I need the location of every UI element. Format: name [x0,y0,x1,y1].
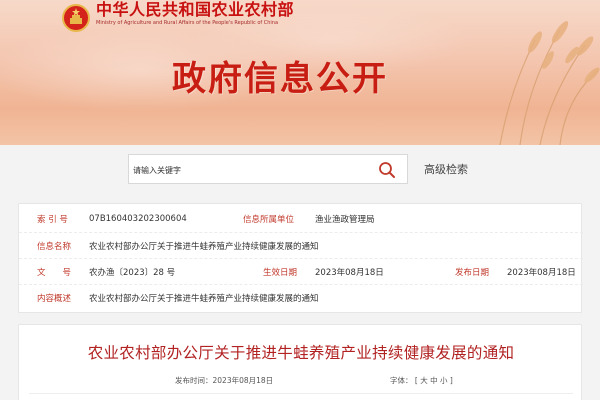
search-input[interactable] [133,161,363,179]
publish-date-value: 2023年08月18日 [507,267,576,278]
name-label: 信息名称 [37,241,72,252]
national-emblem-icon [62,4,90,32]
doc-number-value: 农办渔〔2023〕28 号 [89,267,176,278]
search-bar [128,154,408,184]
publish-time: 发布时间：2023年08月18日 [175,376,274,385]
summary-label: 内容概述 [37,293,72,304]
ministry-logo[interactable]: 中华人民共和国农业农村部 Ministry of Agriculture and… [62,0,294,36]
effective-date-label: 生效日期 [263,267,298,278]
search-button[interactable] [373,158,401,182]
doc-number-label: 文 号 [37,267,72,278]
font-size-medium[interactable]: 中 [430,376,438,385]
font-size-label: 字体： [390,376,413,385]
ministry-name-cn: 中华人民共和国农业农村部 [96,0,295,19]
info-row-index: 索 引 号 07B160403202300604 信息所属单位 渔业渔政管理局 [19,206,583,232]
article-title: 农业农村部办公厅关于推进牛蛙养殖产业持续健康发展的通知 [87,344,515,362]
section-title: 政府信息公开 [172,59,388,99]
font-size-small[interactable]: 小 [440,376,448,385]
name-value: 农业农村部办公厅关于推进牛蛙养殖产业持续健康发展的通知 [89,241,319,252]
effective-date-value: 2023年08月18日 [315,267,384,278]
org-label: 信息所属单位 [243,215,295,225]
article-meta: 发布时间：2023年08月18日 字体： [ 大 中 小 ] [19,375,583,389]
index-label: 索 引 号 [37,215,68,225]
summary-value: 农业农村部办公厅关于推进牛蛙养殖产业持续健康发展的通知 [89,293,319,304]
article-card: 农业农村部办公厅关于推进牛蛙养殖产业持续健康发展的通知 发布时间：2023年08… [18,324,582,400]
font-bracket-close: ] [449,376,453,385]
info-row-summary: 内容概述 农业农村部办公厅关于推进牛蛙养殖产业持续健康发展的通知 [19,284,583,310]
info-row-doc: 文 号 农办渔〔2023〕28 号 生效日期 2023年08月18日 发布日期 … [19,258,583,284]
article-divider [29,393,573,394]
info-metadata-card: 索 引 号 07B160403202300604 信息所属单位 渔业渔政管理局 … [18,203,583,313]
wheat-decoration-icon [499,21,600,145]
ministry-name-en: Ministry of Agriculture and Rural Affair… [96,20,279,26]
header-banner: 中华人民共和国农业农村部 Ministry of Agriculture and… [0,0,600,145]
info-row-name: 信息名称 农业农村部办公厅关于推进牛蛙养殖产业持续健康发展的通知 [19,232,583,258]
org-value: 渔业渔政管理局 [315,215,375,225]
search-icon [379,162,395,178]
advanced-search-link[interactable]: 高级检索 [424,161,468,177]
index-value: 07B160403202300604 [89,214,187,224]
publish-date-label: 发布日期 [455,267,490,278]
font-size-control: 字体： [ 大 中 小 ] [390,375,453,386]
font-size-large[interactable]: 大 [420,376,428,385]
font-bracket-open: [ [414,376,418,385]
